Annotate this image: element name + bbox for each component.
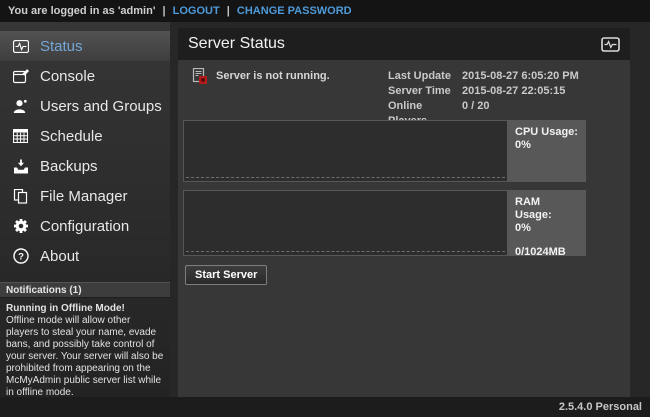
sidebar-item-label: About [40,248,79,265]
cpu-usage-label: CPU Usage: [515,126,579,139]
page-title: Server Status [188,35,601,53]
footer: 2.5.4.0 Personal [0,397,650,417]
cpu-usage-graph [183,120,508,182]
info-value: 0 / 20 [462,99,490,114]
sidebar-item-users-and-groups[interactable]: Users and Groups [0,91,170,121]
ram-usage-box: RAM Usage: 0% 0/1024MB [508,190,586,256]
notification-title: Running in Offline Mode! [6,303,164,315]
topbar: You are logged in as 'admin' | LOGOUT | … [0,0,650,22]
sidebar-item-label: Configuration [40,218,129,235]
sidebar-item-label: Console [40,68,95,85]
sidebar-item-label: Schedule [40,128,103,145]
logout-link[interactable]: LOGOUT [173,5,220,17]
sidebar-item-label: Users and Groups [40,98,162,115]
status-monitor-icon [12,38,29,55]
start-server-button[interactable]: Start Server [185,265,267,285]
version-label: 2.5.4.0 Personal [559,401,642,413]
console-icon [12,68,29,85]
notifications-panel: Notifications (1) Running in Offline Mod… [0,282,170,399]
sidebar-item-console[interactable]: Console [0,61,170,91]
cpu-usage-value: 0% [515,139,579,152]
server-info: Last Update 2015-08-27 6:05:20 PM Server… [388,69,579,114]
sidebar-item-label: File Manager [40,188,128,205]
file-manager-icon [12,188,29,205]
sidebar-item-status[interactable]: Status [0,31,170,61]
sidebar-item-about[interactable]: ? About [0,241,170,271]
graph-baseline [186,177,505,178]
server-status-panel: Server Status Server is not running. Las… [178,28,630,397]
info-label: Online Players [388,99,462,114]
schedule-grid-icon [12,128,29,145]
cpu-usage-box: CPU Usage: 0% [508,120,586,182]
ram-usage-graph [183,190,508,256]
sidebar-menu: Status Console Users and Groups Schedule [0,22,170,271]
performance-graph-icon[interactable] [601,37,620,52]
ram-usage-label: RAM Usage: [515,196,579,222]
notification-item: Running in Offline Mode! Offline mode wi… [0,298,170,399]
info-label: Last Update [388,69,462,84]
graph-baseline [186,251,505,252]
ram-usage-value: 0% [515,222,579,235]
info-row: Online Players 0 / 20 [388,99,579,114]
server-status-row: Server is not running. [191,68,330,84]
users-icon [12,98,29,115]
notifications-header: Notifications (1) [0,282,170,298]
sidebar-item-file-manager[interactable]: File Manager [0,181,170,211]
sidebar: Status Console Users and Groups Schedule [0,22,170,397]
panel-header: Server Status [178,28,630,60]
sidebar-item-label: Status [40,38,83,55]
separator: | [227,5,230,17]
info-value: 2015-08-27 22:05:15 [462,84,565,99]
info-value: 2015-08-27 6:05:20 PM [462,69,579,84]
server-status-message: Server is not running. [216,70,330,82]
sidebar-item-backups[interactable]: Backups [0,151,170,181]
gear-icon [12,218,29,235]
info-row: Server Time 2015-08-27 22:05:15 [388,84,579,99]
info-label: Server Time [388,84,462,99]
logged-in-text: You are logged in as 'admin' [8,5,155,17]
server-stopped-icon [191,68,207,84]
separator: | [163,5,166,17]
ram-usage-detail: 0/1024MB [515,246,579,259]
sidebar-item-schedule[interactable]: Schedule [0,121,170,151]
question-circle-icon: ? [12,248,29,265]
sidebar-item-label: Backups [40,158,98,175]
backups-download-icon [12,158,29,175]
notification-text: Offline mode will allow other players to… [6,315,164,399]
svg-text:?: ? [18,252,24,263]
info-row: Last Update 2015-08-27 6:05:20 PM [388,69,579,84]
mcmyadmin-app: You are logged in as 'admin' | LOGOUT | … [0,0,650,417]
change-password-link[interactable]: CHANGE PASSWORD [237,5,352,17]
sidebar-item-configuration[interactable]: Configuration [0,211,170,241]
